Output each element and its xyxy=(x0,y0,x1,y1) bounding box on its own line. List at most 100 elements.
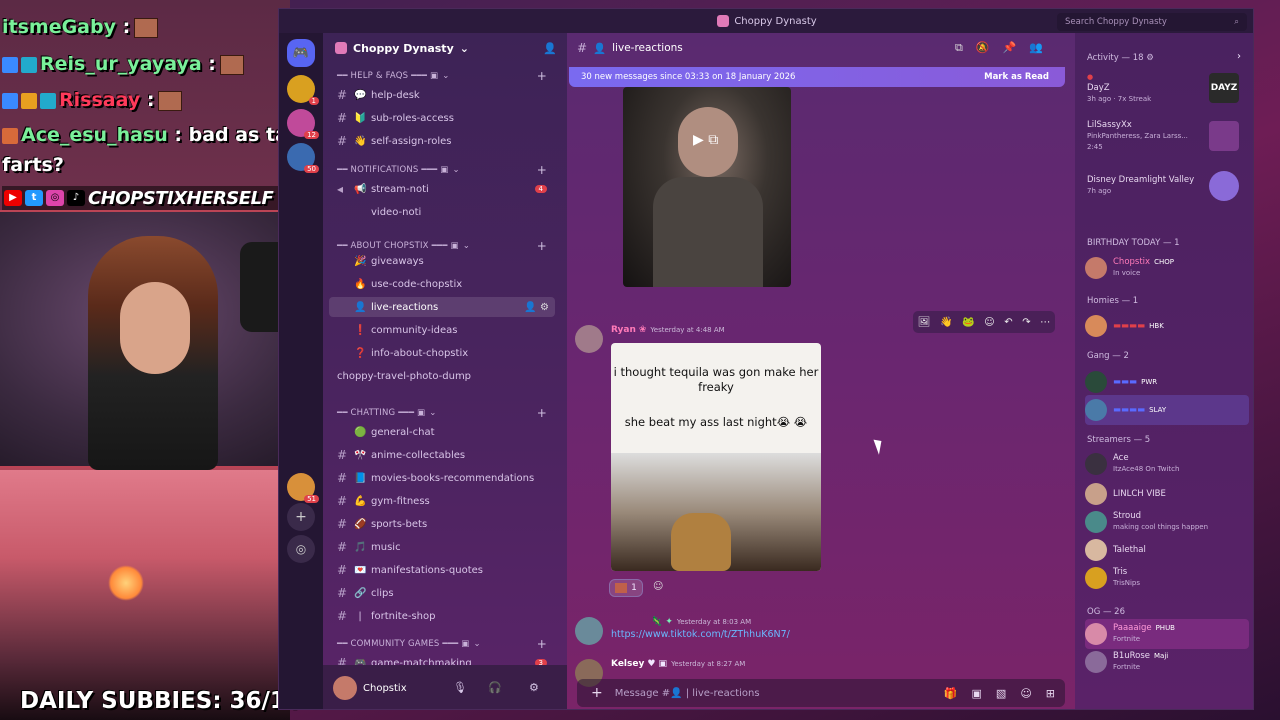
mute-icon[interactable]: 🔕 xyxy=(976,41,990,55)
activity-item[interactable]: LilSassyXx PinkPantheress, Zara Larss... 2… xyxy=(1085,120,1249,151)
forward-icon[interactable]: ↷ xyxy=(1022,317,1030,328)
category-community-games[interactable]: ━━ COMMUNITY GAMES ━━━ ▣ ⌄ + xyxy=(337,637,547,651)
message-author[interactable]: 🦎 ✦ Yesterday at 8:03 AM xyxy=(611,617,751,627)
channel-sports-bets[interactable]: # 🏈 sports-bets xyxy=(329,514,555,534)
gear-icon[interactable]: ⚙ xyxy=(529,681,539,694)
apps-icon[interactable]: ⊞ xyxy=(1046,687,1055,700)
channel-name: giveaways xyxy=(371,255,424,267)
headphones-icon[interactable]: 🎧 xyxy=(488,681,502,694)
channel-video-noti[interactable]: video-noti xyxy=(329,202,555,222)
member-item[interactable]: LINLCH VIBE xyxy=(1085,479,1249,509)
mark-as-read-button[interactable]: Mark as Read xyxy=(984,72,1049,82)
gift-icon[interactable]: 🎁 xyxy=(944,687,958,700)
channel-fortnite-shop[interactable]: # | fortnite-shop xyxy=(329,606,555,626)
member-status: making cool things happen xyxy=(1113,523,1209,531)
gif-icon[interactable]: ▣ xyxy=(972,687,982,700)
category-chatting[interactable]: ━━ CHATTING ━━━ ▣ ⌄ + xyxy=(337,406,547,420)
server-icon[interactable]: 1 xyxy=(287,75,319,105)
channel-general-chat[interactable]: 🟢 general-chat xyxy=(329,422,555,442)
channel-anime-collectables[interactable]: # 🎌 anime-collectables xyxy=(329,445,555,465)
activity-item[interactable]: Disney Dreamlight Valley 7h ago xyxy=(1085,171,1249,201)
activity-item[interactable]: ● DayZ 3h ago · 7x Streak DAYZ xyxy=(1085,73,1249,103)
avatar[interactable] xyxy=(575,617,603,645)
channel-settings-icon[interactable]: 👤 ⚙ xyxy=(524,302,549,313)
member-item[interactable]: Paaaaige PHUB Fortnite xyxy=(1085,619,1249,649)
message-author[interactable]: Ryan ❀ Yesterday at 4:48 AM xyxy=(611,325,725,335)
member-item[interactable]: Talethal xyxy=(1085,535,1249,565)
avatar[interactable] xyxy=(333,676,357,700)
add-channel-icon[interactable]: + xyxy=(537,406,547,420)
channel-stream-noti[interactable]: ◂ 📢 stream-noti 4 xyxy=(329,179,555,199)
add-reaction-icon[interactable]: ☺ xyxy=(984,317,994,328)
message-author[interactable]: Kelsey ♥ ▣ Yesterday at 8:27 AM xyxy=(611,659,745,669)
emoji-icon[interactable]: ☺ xyxy=(1020,687,1031,700)
reply-icon[interactable]: ↶ xyxy=(1004,317,1012,328)
add-channel-icon[interactable]: + xyxy=(537,163,547,177)
channel-clips[interactable]: # 🔗 clips xyxy=(329,583,555,603)
channel-choppy-travel-photo-dump[interactable]: choppy-travel-photo-dump xyxy=(329,366,555,386)
channel-help-desk[interactable]: # 💬 help-desk xyxy=(329,85,555,105)
category-notifications[interactable]: ━━ NOTIFICATIONS ━━━ ▣ ⌄ + xyxy=(337,163,547,177)
video-attachment[interactable]: ▶ ⧉ xyxy=(623,87,791,287)
member-item[interactable]: ▬▬▬▬ SLAY xyxy=(1085,395,1249,425)
message-link[interactable]: https://www.tiktok.com/t/ZThhuK6N7/ xyxy=(611,629,790,640)
hash-icon: # xyxy=(577,41,588,55)
avatar[interactable] xyxy=(575,325,603,353)
member-item[interactable]: Ace ItzAce48 On Twitch xyxy=(1085,449,1249,479)
channel-community-ideas[interactable]: ❗ community-ideas xyxy=(329,320,555,340)
channel-manifestations-quotes[interactable]: # 💌 manifestations-quotes xyxy=(329,560,555,580)
add-reaction-icon[interactable]: ☺ xyxy=(653,581,663,592)
member-item[interactable]: Chopstix CHOP In voice xyxy=(1085,253,1249,283)
channel-live-reactions[interactable]: 👤 live-reactions 👤 ⚙ xyxy=(329,297,555,317)
server-folder-icon[interactable]: 50 xyxy=(287,143,319,173)
search-input[interactable]: Search Choppy Dynasty ⌕ xyxy=(1057,13,1247,31)
discover-icon[interactable]: ◎ xyxy=(287,535,315,563)
play-icon[interactable]: ▶ ⧉ xyxy=(693,132,718,148)
threads-icon[interactable]: ⧉ xyxy=(955,41,963,55)
reaction-pill[interactable]: 1 xyxy=(609,579,643,597)
badge-icon xyxy=(2,127,18,144)
add-server-icon[interactable]: + xyxy=(287,503,315,531)
frog-icon[interactable]: 🐸 xyxy=(962,317,974,328)
channel-music[interactable]: # 🎵 music xyxy=(329,537,555,557)
server-icon xyxy=(717,15,730,27)
dayz-game-icon: DAYZ xyxy=(1209,73,1239,103)
member-item[interactable]: ▬▬▬▬ HBK xyxy=(1085,311,1249,341)
member-item[interactable]: B1uRose Maji Fortnite xyxy=(1085,647,1249,677)
server-icon[interactable]: 12 xyxy=(287,109,319,139)
channel-sub-roles-access[interactable]: # 🔰 sub-roles-access xyxy=(329,108,555,128)
sticker-icon[interactable]: ▧ xyxy=(996,687,1006,700)
server-icon[interactable]: 51 xyxy=(287,473,319,503)
channel-use-code-chopstix[interactable]: 🔥 use-code-chopstix xyxy=(329,274,555,294)
add-attachment-icon[interactable]: + xyxy=(591,685,603,701)
activity-header[interactable]: Activity — 18 ⚙ xyxy=(1087,53,1154,63)
new-messages-bar[interactable]: 30 new messages since 03:33 on 18 Januar… xyxy=(569,67,1065,87)
member-item[interactable]: Stroud making cool things happen xyxy=(1085,507,1249,537)
add-channel-icon[interactable]: + xyxy=(537,637,547,651)
server-header[interactable]: Choppy Dynasty ⌄ 👤 xyxy=(323,33,567,63)
wave-icon[interactable]: 👋 xyxy=(940,317,952,328)
channel-movies-books-recommendations[interactable]: # 📘 movies-books-recommendations xyxy=(329,468,555,488)
mention-badge: 12 xyxy=(304,131,319,139)
members-icon[interactable]: 👥 xyxy=(1029,41,1043,55)
microphone-icon[interactable]: 🎙 xyxy=(453,681,467,694)
member-item[interactable]: Tris TrisNips xyxy=(1085,563,1249,593)
category-help[interactable]: ━━ HELP & FAQS ━━━ ▣ ⌄ + xyxy=(337,69,547,83)
category-about[interactable]: ━━ ABOUT CHOPSTIX ━━━ ▣ ⌄ + xyxy=(337,239,547,253)
channel-gym-fitness[interactable]: # 💪 gym-fitness xyxy=(329,491,555,511)
meme-attachment[interactable]: i thought tequila was gon make her freak… xyxy=(611,343,821,571)
streamer-face xyxy=(120,282,190,374)
add-member-icon[interactable]: 👤 xyxy=(543,42,557,55)
member-item[interactable]: ▬▬▬ PWR xyxy=(1085,367,1249,397)
pin-icon[interactable]: 📌 xyxy=(1003,41,1017,55)
reaction-icon[interactable]: 🖼 xyxy=(918,317,931,328)
channel-self-assign-roles[interactable]: # 👋 self-assign-roles xyxy=(329,131,555,151)
discord-home-icon[interactable]: 🎮 xyxy=(287,39,315,67)
chevron-right-icon[interactable]: › xyxy=(1237,51,1241,62)
channel-giveaways[interactable]: 🎉 giveaways xyxy=(329,251,555,271)
message-composer[interactable]: + Message #👤 | live-reactions 🎁 ▣ ▧ ☺ ⊞ xyxy=(577,679,1065,707)
add-channel-icon[interactable]: + xyxy=(537,69,547,83)
more-icon[interactable]: ⋯ xyxy=(1040,317,1050,328)
message-input[interactable]: Message #👤 | live-reactions xyxy=(615,688,760,699)
channel-info-about-chopstix[interactable]: ❓ info-about-chopstix xyxy=(329,343,555,363)
